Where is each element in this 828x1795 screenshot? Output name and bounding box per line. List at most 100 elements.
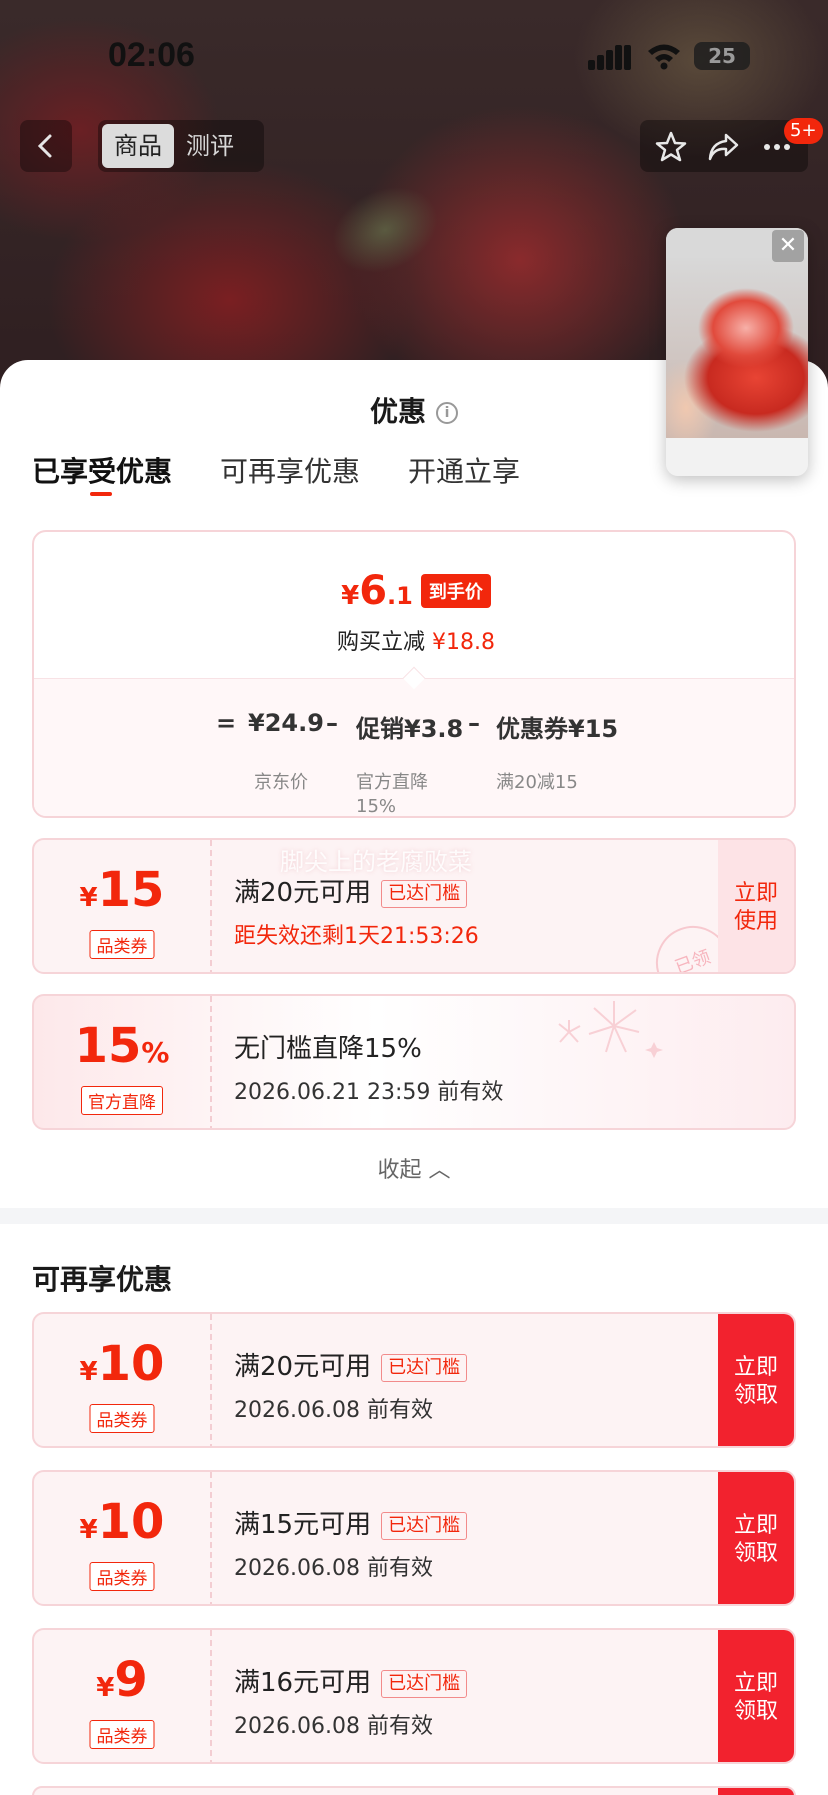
close-icon[interactable]: ✕ xyxy=(772,230,804,262)
tab-applied[interactable]: 已享受优惠 xyxy=(32,450,172,500)
coupon-validity: 2026.06.21 23:59 前有效 xyxy=(234,1080,504,1105)
chevron-left-icon xyxy=(37,134,52,158)
floating-video-player[interactable]: ✕ xyxy=(666,228,808,476)
coupon-condition-row: 满15元可用 已达门槛 xyxy=(234,1504,468,1541)
final-price-row: ¥6.1 到手价 xyxy=(34,568,794,614)
notification-badge: 5+ xyxy=(784,118,823,144)
coupon-condition: 无门槛直降15% xyxy=(234,1034,422,1064)
coupon-divider xyxy=(210,840,212,972)
use-now-button[interactable]: 立即 使用 xyxy=(718,840,794,972)
section-separator xyxy=(0,1208,828,1224)
label-base-price: 京东价 xyxy=(254,772,308,793)
coupon-condition-row: 满16元可用 已达门槛 xyxy=(234,1662,468,1699)
section-title-more: 可再享优惠 xyxy=(32,1263,173,1296)
coupon-condition-row: 满20元可用 已达门槛 xyxy=(234,872,468,909)
coupon-amount: 15% xyxy=(34,1018,210,1074)
coupon-kind: 官方直降 xyxy=(81,1086,163,1115)
coupon-left: ¥9 品类券 xyxy=(34,1630,210,1762)
threshold-pill: 已达门槛 xyxy=(381,1511,468,1540)
coupon-card-partial xyxy=(32,1786,796,1795)
final-price-tag: 到手价 xyxy=(420,574,491,608)
claim-button[interactable]: 立即 领取 xyxy=(718,1630,794,1762)
nav-actions xyxy=(640,120,808,172)
currency-symbol: ¥ xyxy=(96,1673,115,1703)
collapse-button[interactable]: 收起 ︿ xyxy=(0,1152,828,1184)
coupon-kind: 品类券 xyxy=(89,1720,155,1749)
formula-minus: – xyxy=(326,709,338,737)
tab-product[interactable]: 商品 xyxy=(102,124,174,168)
formula-base-price: ¥24.9 xyxy=(248,709,324,737)
currency-symbol: ¥ xyxy=(79,1357,98,1387)
star-icon[interactable] xyxy=(654,130,688,164)
price-breakdown: = ¥24.9 – 促销¥3.8 – 优惠券¥15 京东价 官方直降 15% 满… xyxy=(34,678,794,817)
coupon-condition: 满20元可用 xyxy=(234,878,372,908)
reduce-label: 购买立减 xyxy=(337,630,426,655)
status-bar: 02:06 25 xyxy=(0,0,828,110)
wifi-icon xyxy=(648,44,680,70)
label-coupon: 满20减15 xyxy=(496,772,578,793)
formula-promo: 促销¥3.8 xyxy=(356,715,464,743)
tomato-stem xyxy=(318,170,452,290)
share-icon[interactable] xyxy=(706,130,740,164)
formula-minus: – xyxy=(468,709,480,737)
sheet-title-text: 优惠 xyxy=(369,395,426,428)
firework-decoration xyxy=(558,1001,663,1058)
coupon-condition-row: 满20元可用 已达门槛 xyxy=(234,1346,468,1383)
coupon-condition: 满15元可用 xyxy=(234,1510,372,1540)
coupon-left: ¥10 品类券 xyxy=(34,1314,210,1446)
coupon-countdown: 距失效还剩1天21:53:26 xyxy=(234,924,479,949)
battery-icon: 25 xyxy=(694,42,750,70)
coupon-card: ¥10 品类券 满15元可用 已达门槛 2026.06.08 前有效 立即 领取 xyxy=(32,1470,796,1606)
final-price: ¥6.1 xyxy=(341,568,413,614)
coupon-card: 15% 官方直降 无门槛直降15% 2026.06.21 23:59 前有效 xyxy=(32,994,796,1130)
label-promo: 官方直降 15% xyxy=(356,772,428,817)
coupon-card: ¥9 品类券 满16元可用 已达门槛 2026.06.08 前有效 立即 领取 xyxy=(32,1628,796,1764)
coupon-divider xyxy=(210,1472,212,1604)
amount-value: 15 xyxy=(74,1018,142,1074)
reduce-value: ¥18.8 xyxy=(432,630,495,655)
currency-symbol: ¥ xyxy=(79,883,98,913)
coupon-kind: 品类券 xyxy=(89,930,155,959)
tab-more[interactable]: 可再享优惠 xyxy=(220,450,360,500)
coupon-condition: 满16元可用 xyxy=(234,1668,372,1698)
currency-symbol: ¥ xyxy=(341,581,360,611)
claim-button[interactable] xyxy=(718,1788,794,1795)
signal-icon xyxy=(588,44,632,70)
threshold-pill: 已达门槛 xyxy=(381,1669,468,1698)
currency-symbol: ¥ xyxy=(79,1515,98,1545)
back-button[interactable] xyxy=(20,120,72,172)
coupon-kind: 品类券 xyxy=(89,1404,155,1433)
watermark-text: 脚尖上的老腐败菜 xyxy=(280,848,472,876)
coupon-validity: 2026.06.08 前有效 xyxy=(234,1714,433,1739)
nav-segment: 商品 测评 xyxy=(98,120,264,172)
threshold-pill: 已达门槛 xyxy=(381,879,468,908)
coupon-amount: ¥10 xyxy=(34,1494,210,1550)
info-icon[interactable]: i xyxy=(436,402,458,424)
coupon-card: ¥10 品类券 满20元可用 已达门槛 2026.06.08 前有效 立即 领取 xyxy=(32,1312,796,1448)
reduce-row: 购买立减 ¥18.8 xyxy=(34,624,794,656)
formula-coupon: 优惠券¥15 xyxy=(496,715,619,743)
coupon-amount: ¥9 xyxy=(34,1652,210,1708)
coupon-left: 15% 官方直降 xyxy=(34,996,210,1128)
coupon-divider xyxy=(210,1314,212,1446)
coupon-validity: 2026.06.08 前有效 xyxy=(234,1398,433,1423)
coupon-validity: 2026.06.08 前有效 xyxy=(234,1556,433,1581)
claim-button[interactable]: 立即 领取 xyxy=(718,1472,794,1604)
amount-value: 10 xyxy=(97,1336,165,1392)
coupon-divider xyxy=(210,996,212,1128)
discount-sheet: 优惠 i 已享受优惠 可再享优惠 开通立享 ¥6.1 到手价 购买立减 ¥18.8 … xyxy=(0,360,828,1795)
coupon-condition: 满20元可用 xyxy=(234,1352,372,1382)
coupon-kind: 品类券 xyxy=(89,1562,155,1591)
amount-value: 9 xyxy=(114,1652,148,1708)
threshold-pill: 已达门槛 xyxy=(381,1353,468,1382)
claim-button[interactable]: 立即 领取 xyxy=(718,1314,794,1446)
video-thumbnail xyxy=(666,258,808,438)
status-time: 02:06 xyxy=(108,36,195,74)
amount-value: 15 xyxy=(97,862,165,918)
coupon-left: ¥15 品类券 xyxy=(34,840,210,972)
coupon-amount: ¥10 xyxy=(34,1336,210,1392)
price-integer: 6 xyxy=(359,568,388,614)
amount-value: 10 xyxy=(97,1494,165,1550)
tab-membership[interactable]: 开通立享 xyxy=(408,450,520,500)
tab-review[interactable]: 测评 xyxy=(174,124,246,168)
